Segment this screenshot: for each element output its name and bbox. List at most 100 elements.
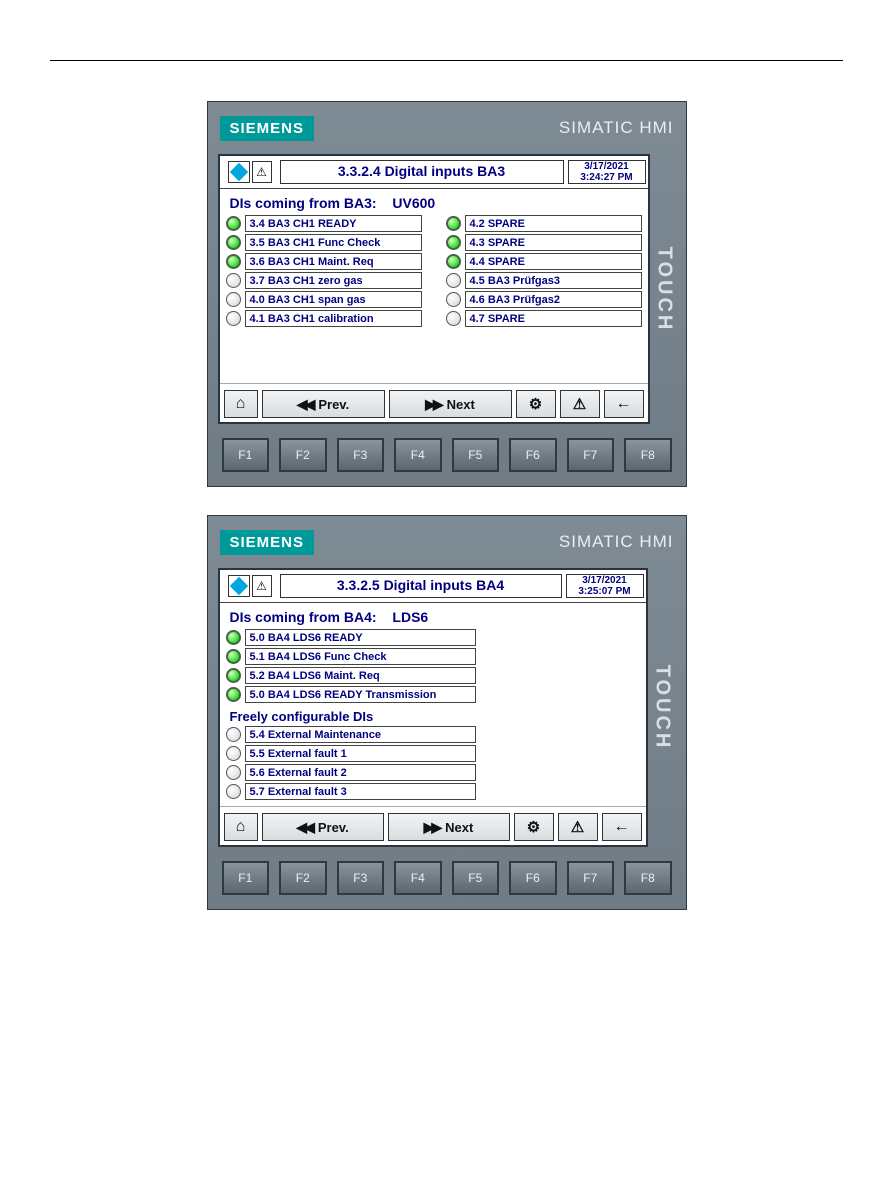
- di-section-b: 5.4 External Maintenance 5.5 External fau…: [226, 726, 476, 800]
- di-row: 3.5 BA3 CH1 Func Check: [226, 234, 422, 251]
- fkey-f5[interactable]: F5: [452, 861, 500, 895]
- brand-badge: SIEMENS: [220, 116, 315, 141]
- alert-icon[interactable]: [252, 161, 272, 183]
- subheader: DIs coming from BA4: LDS6: [226, 607, 640, 629]
- di-label: 4.3 SPARE: [465, 234, 642, 251]
- di-label: 4.2 SPARE: [465, 215, 642, 232]
- product-name: SIMATIC HMI: [559, 532, 674, 552]
- prev-button[interactable]: ◀◀Prev.: [262, 390, 385, 418]
- fkey-f1[interactable]: F1: [222, 861, 270, 895]
- di-row: 4.6 BA3 Prüfgas2: [446, 291, 642, 308]
- di-label: 4.1 BA3 CH1 calibration: [245, 310, 422, 327]
- led-off-icon: [226, 311, 241, 326]
- function-keys: F1 F2 F3 F4 F5 F6 F7 F8: [218, 861, 676, 895]
- di-row: 5.0 BA4 LDS6 READY: [226, 629, 476, 646]
- di-row: 4.3 SPARE: [446, 234, 642, 251]
- fkey-f7[interactable]: F7: [567, 861, 615, 895]
- led-on-icon: [226, 254, 241, 269]
- time: 3:25:07 PM: [567, 586, 643, 597]
- time: 3:24:27 PM: [569, 172, 645, 183]
- gear-icon: [527, 818, 540, 836]
- di-row: 5.2 BA4 LDS6 Maint. Req: [226, 667, 476, 684]
- hmi-device-2: SIEMENS SIMATIC HMI 3.3.2.5 Digital inpu…: [207, 515, 687, 910]
- led-off-icon: [226, 292, 241, 307]
- prev-button[interactable]: ◀◀Prev.: [262, 813, 384, 841]
- led-off-icon: [446, 273, 461, 288]
- fkey-f2[interactable]: F2: [279, 438, 327, 472]
- di-column-left: 3.4 BA3 CH1 READY 3.5 BA3 CH1 Func Check 3…: [226, 215, 422, 327]
- di-label: 3.5 BA3 CH1 Func Check: [245, 234, 422, 251]
- warning-icon: [573, 395, 586, 413]
- screen: 3.3.2.4 Digital inputs BA3 3/17/2021 3:2…: [218, 154, 650, 424]
- di-label: 5.5 External fault 1: [245, 745, 476, 762]
- di-label: 5.0 BA4 LDS6 READY: [245, 629, 476, 646]
- page-title: 3.3.2.5 Digital inputs BA4: [280, 574, 562, 598]
- di-label: 3.6 BA3 CH1 Maint. Req: [245, 253, 422, 270]
- fkey-f3[interactable]: F3: [337, 438, 385, 472]
- page-title: 3.3.2.4 Digital inputs BA3: [280, 160, 564, 184]
- alarm-button[interactable]: [558, 813, 598, 841]
- back-arrow-icon: [616, 395, 632, 413]
- diamond-icon[interactable]: [228, 575, 250, 597]
- gear-icon: [529, 395, 542, 413]
- content: DIs coming from BA3: UV600 3.4 BA3 CH1 R…: [220, 189, 648, 383]
- home-button[interactable]: [224, 813, 258, 841]
- led-off-icon: [226, 727, 241, 742]
- di-row: 5.7 External fault 3: [226, 783, 476, 800]
- fkey-f6[interactable]: F6: [509, 861, 557, 895]
- led-on-icon: [446, 254, 461, 269]
- screen: 3.3.2.5 Digital inputs BA4 3/17/2021 3:2…: [218, 568, 648, 847]
- date: 3/17/2021: [567, 575, 643, 586]
- settings-button[interactable]: [514, 813, 554, 841]
- alarm-button[interactable]: [560, 390, 600, 418]
- di-row: 5.6 External fault 2: [226, 764, 476, 781]
- next-button[interactable]: ▶▶Next: [389, 390, 512, 418]
- next-button[interactable]: ▶▶Next: [388, 813, 510, 841]
- chevron-right-icon: ▶▶: [425, 396, 441, 413]
- led-off-icon: [226, 746, 241, 761]
- di-label: 3.7 BA3 CH1 zero gas: [245, 272, 422, 289]
- led-on-icon: [446, 235, 461, 250]
- fkey-f4[interactable]: F4: [394, 438, 442, 472]
- back-button[interactable]: [604, 390, 644, 418]
- led-off-icon: [226, 765, 241, 780]
- back-arrow-icon: [614, 818, 630, 836]
- fkey-f1[interactable]: F1: [222, 438, 270, 472]
- di-row: 3.4 BA3 CH1 READY: [226, 215, 422, 232]
- di-label: 5.2 BA4 LDS6 Maint. Req: [245, 667, 476, 684]
- diamond-icon[interactable]: [228, 161, 250, 183]
- back-button[interactable]: [602, 813, 642, 841]
- di-row: 3.6 BA3 CH1 Maint. Req: [226, 253, 422, 270]
- fkey-f7[interactable]: F7: [567, 438, 615, 472]
- alert-icon[interactable]: [252, 575, 272, 597]
- home-button[interactable]: [224, 390, 258, 418]
- fkey-f8[interactable]: F8: [624, 438, 672, 472]
- di-label: 4.6 BA3 Prüfgas2: [465, 291, 642, 308]
- led-off-icon: [446, 292, 461, 307]
- fkey-f4[interactable]: F4: [394, 861, 442, 895]
- di-row: 3.7 BA3 CH1 zero gas: [226, 272, 422, 289]
- fkey-f2[interactable]: F2: [279, 861, 327, 895]
- di-label: 3.4 BA3 CH1 READY: [245, 215, 422, 232]
- di-label: 5.1 BA4 LDS6 Func Check: [245, 648, 476, 665]
- warning-icon: [571, 818, 584, 836]
- chevron-left-icon: ◀◀: [296, 819, 312, 836]
- function-keys: F1 F2 F3 F4 F5 F6 F7 F8: [218, 438, 676, 472]
- fkey-f5[interactable]: F5: [452, 438, 500, 472]
- fkey-f8[interactable]: F8: [624, 861, 672, 895]
- led-on-icon: [226, 630, 241, 645]
- home-icon: [236, 818, 246, 836]
- nav-bar: ◀◀Prev. ▶▶Next: [220, 383, 648, 422]
- di-row: 4.1 BA3 CH1 calibration: [226, 310, 422, 327]
- led-on-icon: [226, 668, 241, 683]
- led-off-icon: [446, 311, 461, 326]
- led-on-icon: [446, 216, 461, 231]
- di-row: 4.4 SPARE: [446, 253, 642, 270]
- fkey-f3[interactable]: F3: [337, 861, 385, 895]
- led-on-icon: [226, 687, 241, 702]
- settings-button[interactable]: [516, 390, 556, 418]
- subheader: DIs coming from BA3: UV600: [226, 193, 642, 215]
- di-label: 5.7 External fault 3: [245, 783, 476, 800]
- fkey-f6[interactable]: F6: [509, 438, 557, 472]
- di-row: 5.4 External Maintenance: [226, 726, 476, 743]
